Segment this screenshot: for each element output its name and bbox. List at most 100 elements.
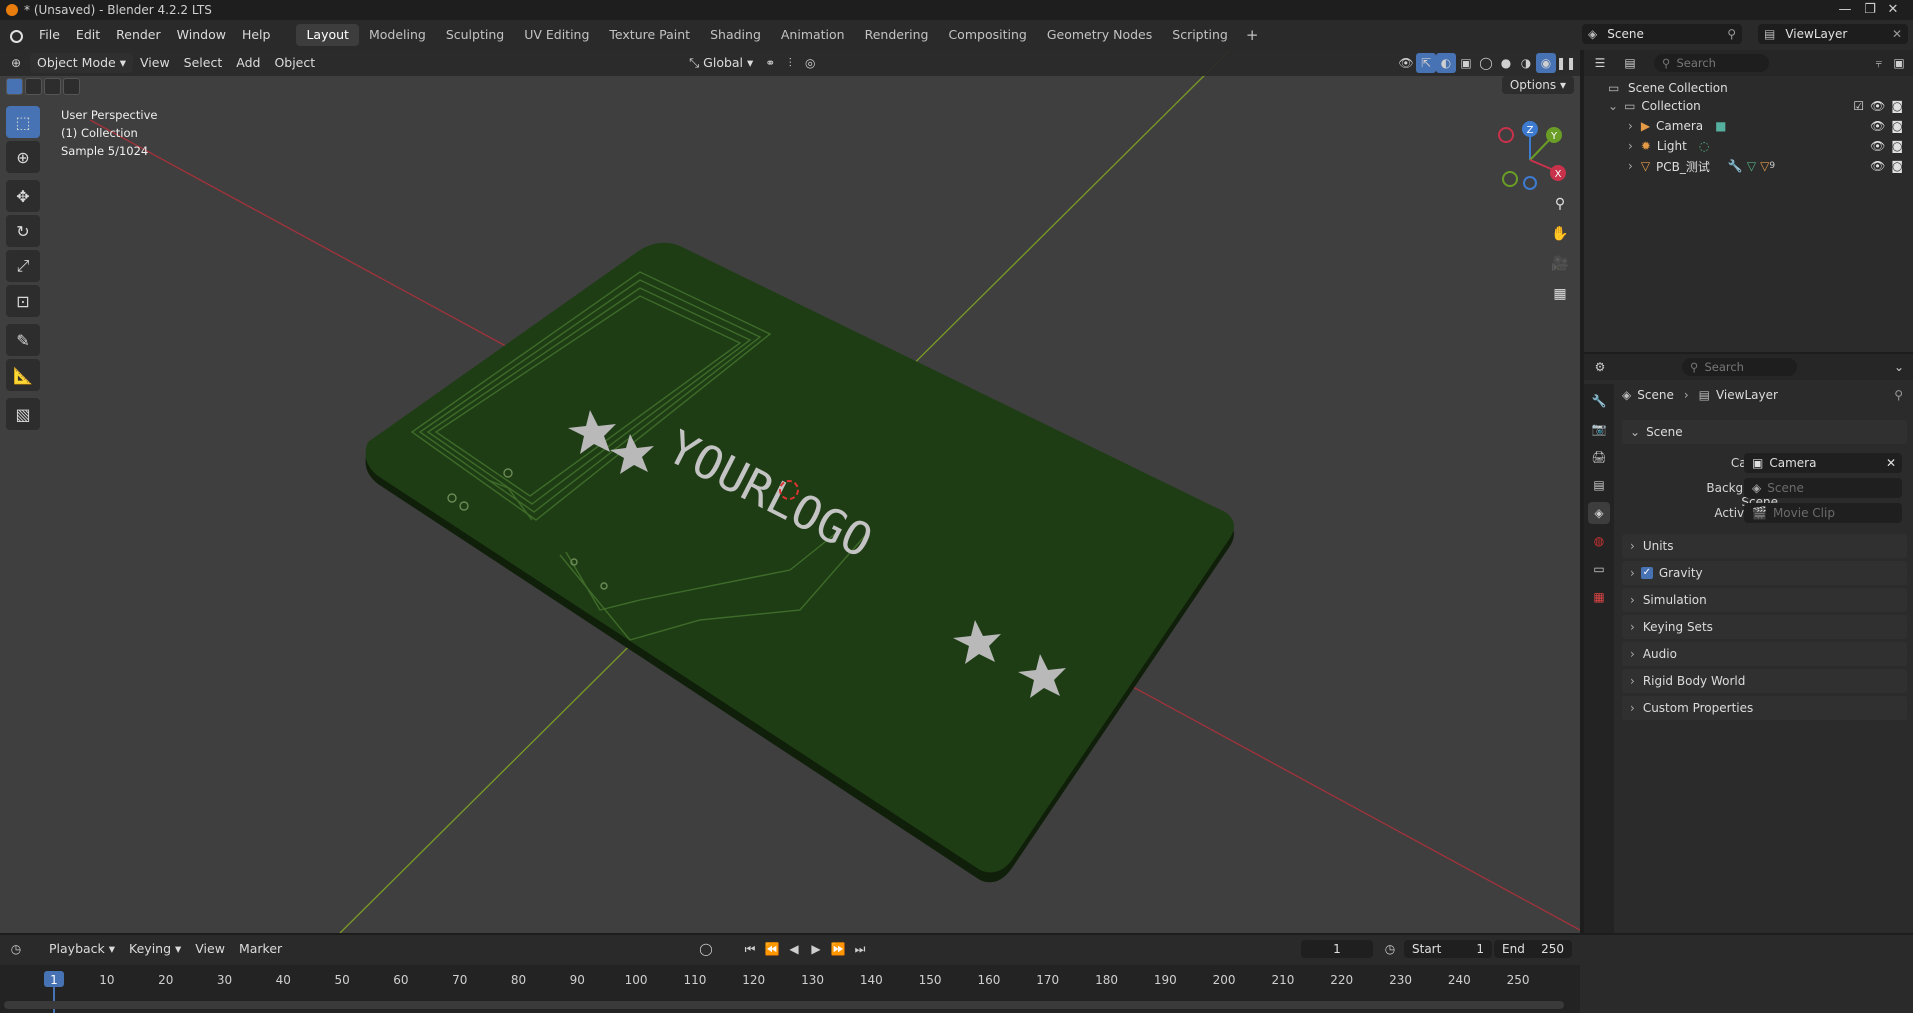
zoom-icon[interactable]: ⚲ [1546, 190, 1574, 218]
playback-menu[interactable]: Playback ▾ [42, 939, 122, 959]
viewlayer-selector[interactable]: ▤ ViewLayer ✕ [1758, 24, 1908, 44]
tab-sculpting[interactable]: Sculpting [436, 24, 514, 46]
pin-icon[interactable]: ⚲ [1894, 388, 1903, 402]
background-scene-field[interactable]: ◈ Scene [1744, 478, 1902, 498]
select-subtract-icon[interactable] [44, 78, 61, 95]
keying-sets-panel[interactable]: › Keying Sets [1622, 615, 1907, 639]
light-data-icon[interactable]: ◌ [1699, 139, 1709, 153]
transform-orientation-dropdown[interactable]: ⤡ Global ▾ [682, 53, 760, 73]
gravity-checkbox[interactable]: ✓ [1640, 567, 1653, 579]
new-collection-icon[interactable]: ▣ [1889, 53, 1909, 73]
output-tab-icon[interactable]: 🖨 [1588, 446, 1610, 468]
simulation-panel[interactable]: › Simulation [1622, 588, 1907, 612]
select-extend-icon[interactable] [25, 78, 42, 95]
eye-icon[interactable]: 👁 [1870, 159, 1885, 173]
menu-render[interactable]: Render [108, 24, 169, 46]
texture-tab-icon[interactable]: ▦ [1588, 586, 1610, 608]
camera-render-icon[interactable]: ◙ [1891, 99, 1903, 113]
outliner-scene-collection[interactable]: ▭ Scene Collection [1584, 78, 1913, 98]
collection-tab-icon[interactable]: ▭ [1588, 558, 1610, 580]
chevron-right-icon[interactable]: › [1628, 139, 1633, 153]
scale-tool[interactable]: ⤢ [6, 250, 40, 282]
menu-select[interactable]: Select [177, 53, 230, 73]
current-frame-field[interactable]: 1 [1301, 940, 1373, 958]
custom-properties-panel[interactable]: › Custom Properties [1622, 696, 1907, 720]
menu-add[interactable]: Add [229, 53, 267, 73]
tab-geometry-nodes[interactable]: Geometry Nodes [1037, 24, 1162, 46]
eye-icon[interactable]: 👁 [1870, 139, 1885, 153]
menu-help[interactable]: Help [234, 24, 279, 46]
menu-object[interactable]: Object [267, 53, 322, 73]
tool-tab-icon[interactable]: 🔧 [1588, 390, 1610, 412]
outliner-item-light[interactable]: › ✹ Light ◌ 👁 ◙ [1584, 136, 1913, 156]
pan-hand-icon[interactable]: ✋ [1546, 220, 1574, 248]
display-mode-icon[interactable]: ▤ [1620, 53, 1640, 73]
tab-compositing[interactable]: Compositing [938, 24, 1036, 46]
tab-modeling[interactable]: Modeling [359, 24, 436, 46]
options-dropdown[interactable]: Options ▾ [1501, 76, 1574, 94]
rendered-shading-icon[interactable]: ◉ [1536, 53, 1556, 73]
checkbox-icon[interactable]: ☑ [1853, 99, 1864, 113]
material-shading-icon[interactable]: ◑ [1516, 53, 1536, 73]
properties-search[interactable]: ⚲ Search [1682, 358, 1797, 376]
proportional-edit-icon[interactable]: ◎ [800, 53, 820, 73]
editor-type-icon[interactable]: ⊕ [6, 53, 26, 73]
audio-panel[interactable]: › Audio [1622, 642, 1907, 666]
wireframe-shading-icon[interactable]: ◯ [1476, 53, 1496, 73]
clock-icon[interactable]: ◷ [1380, 939, 1400, 959]
timeline-scrollbar[interactable] [4, 1001, 1564, 1009]
camera-render-icon[interactable]: ◙ [1891, 139, 1903, 153]
material-icon[interactable]: ▽ [1760, 159, 1769, 173]
select-box-tool[interactable]: ⬚ [6, 106, 40, 138]
outliner-collection[interactable]: ⌄ ▭ Collection ☑ 👁 ◙ [1584, 96, 1913, 116]
next-keyframe-icon[interactable]: ⏩ [828, 939, 848, 959]
active-clip-field[interactable]: 🎬 Movie Clip [1744, 503, 1902, 523]
camera-data-icon[interactable]: ■ [1715, 119, 1726, 133]
object-mode-dropdown[interactable]: Object Mode ▾ [30, 53, 133, 73]
select-invert-icon[interactable] [63, 78, 80, 95]
outliner-item-pcb[interactable]: › ▽ PCB_测试 🔧 ▽ ▽ 9 👁 ◙ [1584, 156, 1913, 176]
outliner-search[interactable]: ⚲ Search [1654, 54, 1769, 72]
chevron-right-icon[interactable]: › [1628, 119, 1633, 133]
tab-uv-editing[interactable]: UV Editing [514, 24, 599, 46]
cursor-tool[interactable]: ⊕ [6, 141, 40, 173]
play-icon[interactable]: ▶ [806, 939, 826, 959]
close-button[interactable]: ✕ [1873, 0, 1913, 20]
select-new-icon[interactable] [6, 78, 23, 95]
outliner-item-camera[interactable]: › ▶ Camera ■ 👁 ◙ [1584, 116, 1913, 136]
tab-layout[interactable]: Layout [296, 24, 359, 46]
jump-start-icon[interactable]: ⏮ [740, 939, 760, 959]
grid-view-icon[interactable]: ▦ [1546, 280, 1574, 308]
menu-window[interactable]: Window [169, 24, 234, 46]
tab-shading[interactable]: Shading [700, 24, 771, 46]
timeline-editor-icon[interactable]: ◷ [6, 939, 26, 959]
tab-texture-paint[interactable]: Texture Paint [599, 24, 700, 46]
eye-icon[interactable]: 👁 [1870, 119, 1885, 133]
pivot-icon[interactable]: ⚭ [760, 53, 780, 73]
chevron-right-icon[interactable]: › [1628, 159, 1633, 173]
keying-menu[interactable]: Keying ▾ [122, 939, 188, 959]
visibility-icon[interactable]: 👁 [1396, 53, 1416, 73]
timeline-view-menu[interactable]: View [188, 939, 232, 959]
pin-icon[interactable]: ⚲ [1727, 27, 1736, 41]
view-layer-tab-icon[interactable]: ▤ [1588, 474, 1610, 496]
3d-viewport[interactable]: YOURLOGO ⊕ Object Mode ▾ View Select Add… [0, 50, 1580, 933]
world-tab-icon[interactable]: ◍ [1588, 530, 1610, 552]
add-cube-tool[interactable]: ▧ [6, 398, 40, 430]
properties-editor-icon[interactable]: ⚙ [1590, 357, 1610, 377]
overlay-toggle-icon[interactable]: ◐ [1436, 53, 1456, 73]
snap-icon[interactable]: ⫶ [780, 53, 800, 73]
annotate-tool[interactable]: ✎ [6, 324, 40, 356]
eye-icon[interactable]: 👁 [1870, 99, 1885, 113]
menu-view[interactable]: View [133, 53, 177, 73]
scene-selector[interactable]: ◈ Scene ⚲ [1582, 24, 1742, 44]
tab-scripting[interactable]: Scripting [1162, 24, 1238, 46]
transform-tool[interactable]: ⊡ [6, 285, 40, 317]
clear-x-icon[interactable]: ✕ [1886, 456, 1896, 470]
tab-animation[interactable]: Animation [771, 24, 855, 46]
marker-menu[interactable]: Marker [232, 939, 289, 959]
gizmo-toggle-icon[interactable]: ⇱ [1416, 53, 1436, 73]
rigid-body-world-panel[interactable]: › Rigid Body World [1622, 669, 1907, 693]
measure-tool[interactable]: 📐 [6, 359, 40, 391]
gravity-panel[interactable]: › ✓ Gravity [1622, 561, 1907, 585]
